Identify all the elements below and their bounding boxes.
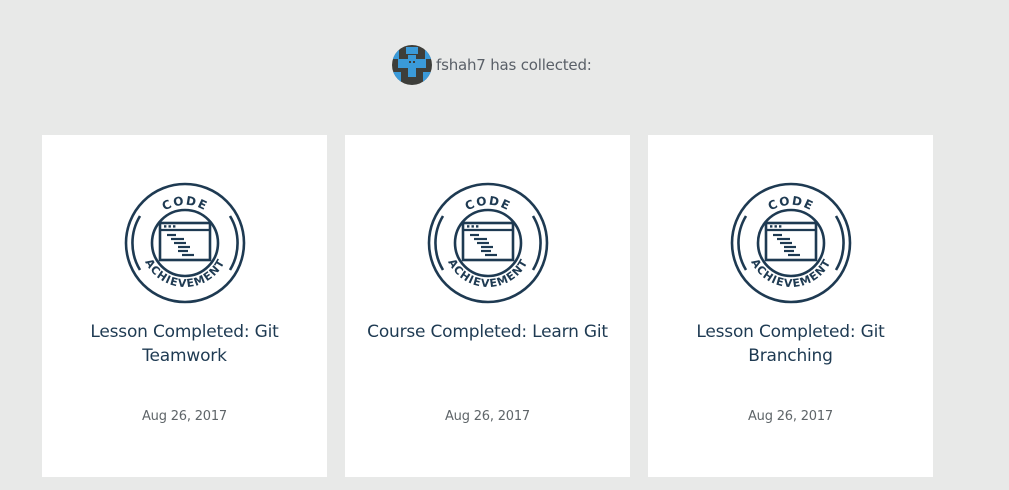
code-achievement-badge-icon: CODE ACHIEVEMENT xyxy=(730,182,852,304)
code-achievement-badge-icon: CODE ACHIEVEMENT xyxy=(427,182,549,304)
collected-label: has collected: xyxy=(490,56,592,74)
achievement-date: Aug 26, 2017 xyxy=(747,409,833,424)
svg-text:ACHIEVEMENT: ACHIEVEMENT xyxy=(142,257,227,291)
username-link[interactable]: fshah7 xyxy=(436,56,486,74)
collected-heading: fshah7 has collected: xyxy=(436,56,592,74)
avatar-pixel-icon xyxy=(392,45,432,85)
achievement-title: Lesson Completed: Git Teamwork xyxy=(90,322,279,366)
achievement-date: Aug 26, 2017 xyxy=(141,409,227,424)
achievement-card[interactable]: CODE ACHIEVEMENT Lesson Completed: Git T… xyxy=(42,135,327,477)
svg-text:ACHIEVEMENT: ACHIEVEMENT xyxy=(748,257,833,291)
achievement-title: Course Completed: Learn Git xyxy=(367,322,608,342)
achievement-date: Aug 26, 2017 xyxy=(444,409,530,424)
code-achievement-badge-icon: CODE ACHIEVEMENT xyxy=(124,182,246,304)
achievement-card[interactable]: CODE ACHIEVEMENT Lesson Completed: Git B… xyxy=(648,135,933,477)
avatar[interactable] xyxy=(392,45,432,85)
achievement-card[interactable]: CODE ACHIEVEMENT Course Completed: Learn… xyxy=(345,135,630,477)
collection-header: fshah7 has collected: xyxy=(392,45,592,85)
svg-text:ACHIEVEMENT: ACHIEVEMENT xyxy=(445,257,530,291)
achievement-title: Lesson Completed: Git Branching xyxy=(696,322,885,366)
